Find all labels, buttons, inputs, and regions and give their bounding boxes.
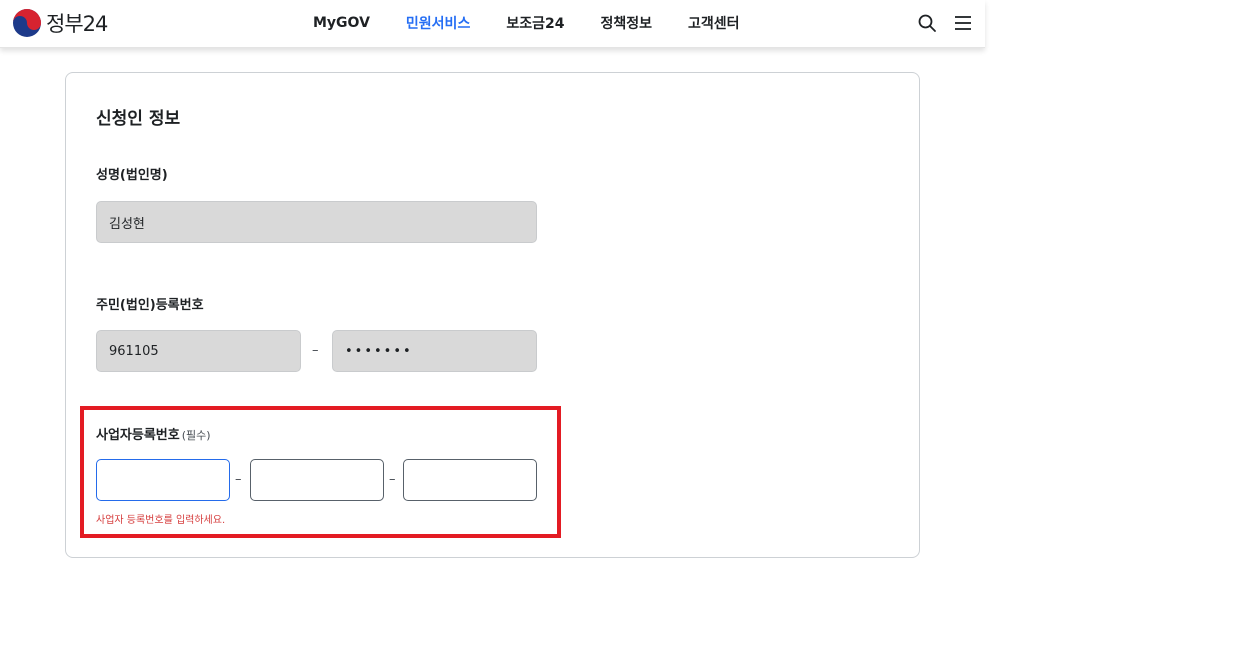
search-icon[interactable] <box>917 13 937 33</box>
nav-item-civil-services[interactable]: 민원서비스 <box>406 13 470 33</box>
section-title: 신청인 정보 <box>96 109 181 129</box>
hamburger-menu-icon[interactable] <box>953 13 973 33</box>
rrn-back-field: ••••••• <box>332 330 537 372</box>
nav-item-mygov[interactable]: MyGOV <box>313 15 370 31</box>
brn-part3-input[interactable] <box>403 459 537 501</box>
main-nav: MyGOV 민원서비스 보조금24 정책정보 고객센터 <box>295 0 758 46</box>
brn-separator-2: – <box>389 472 396 487</box>
brn-required-text: (필수) <box>181 429 211 442</box>
name-field: 김성현 <box>96 201 537 243</box>
brn-label-text: 사업자등록번호 <box>96 428 180 443</box>
rrn-label: 주민(법인)등록번호 <box>96 298 204 313</box>
rrn-separator: – <box>312 343 319 358</box>
taegeuk-logo-icon <box>13 9 41 37</box>
rrn-front-field: 961105 <box>96 330 301 372</box>
logo[interactable]: 정부24 <box>12 8 108 38</box>
brn-separator-1: – <box>235 472 242 487</box>
brn-error-message: 사업자 등록번호를 입력하세요. <box>96 515 226 526</box>
nav-item-policy-info[interactable]: 정책정보 <box>600 13 652 33</box>
brn-part2-input[interactable] <box>250 459 384 501</box>
nav-item-subsidy24[interactable]: 보조금24 <box>506 13 564 33</box>
brn-label: 사업자등록번호 (필수) <box>96 424 211 443</box>
logo-text: 정부24 <box>46 12 108 36</box>
nav-item-customer-center[interactable]: 고객센터 <box>688 13 740 33</box>
name-label: 성명(법인명) <box>96 168 168 183</box>
site-header: 정부24 MyGOV 민원서비스 보조금24 정책정보 고객센터 <box>0 0 985 48</box>
brn-part1-input[interactable] <box>96 459 230 501</box>
